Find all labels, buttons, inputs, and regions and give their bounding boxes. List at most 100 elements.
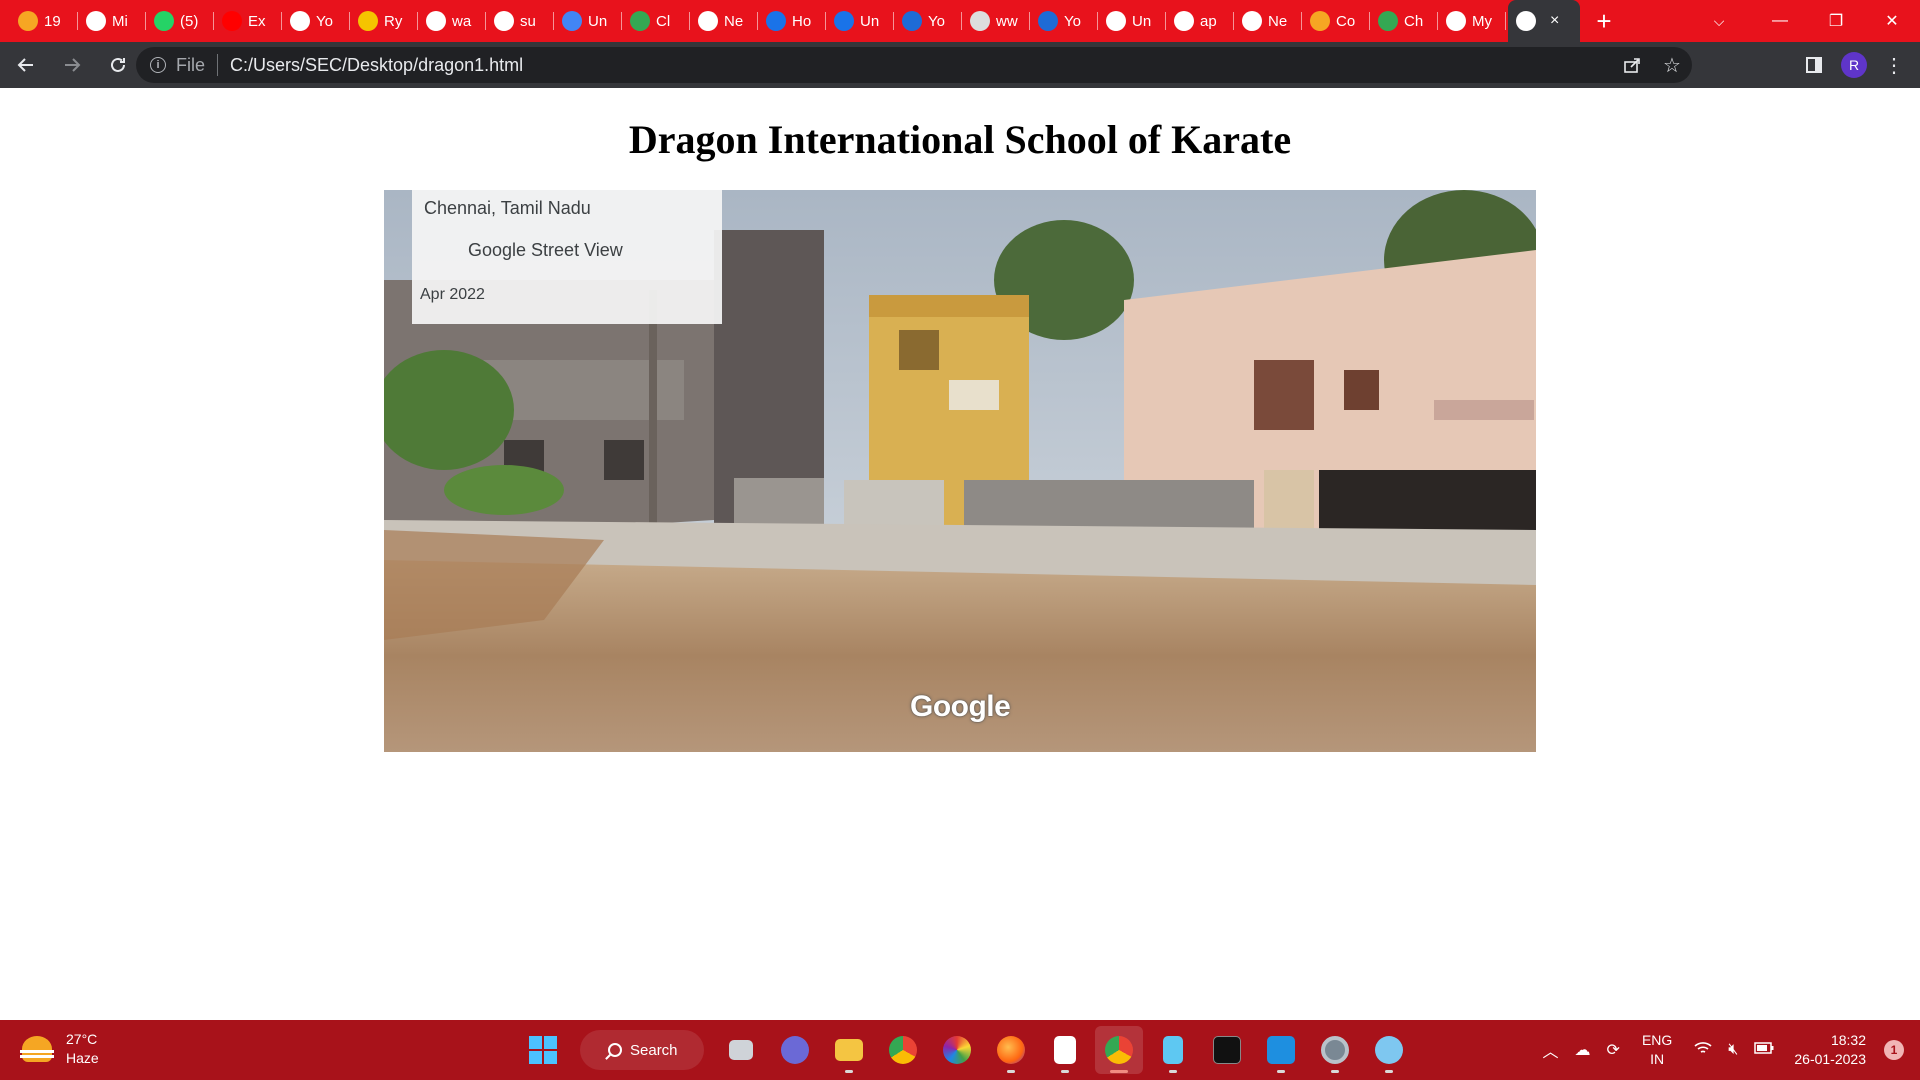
chevron-up-icon[interactable]: ︿ (1543, 1038, 1559, 1062)
menu-kebab-icon[interactable]: ⋮ (1874, 45, 1914, 85)
browser-tab[interactable]: Ex (214, 0, 282, 42)
site-info-icon[interactable]: i (150, 57, 166, 73)
browser-tab[interactable]: su (486, 0, 554, 42)
running-indicator (1061, 1070, 1069, 1073)
active-browser-tab[interactable]: × (1508, 0, 1580, 42)
firefox-app-button[interactable] (987, 1026, 1035, 1074)
system-tray: ︿ ☁ ⟳ ENG IN 🔇︎ 18:32 26-01-2023 1 (1535, 1020, 1920, 1080)
browser-tab[interactable]: Cl (622, 0, 690, 42)
browser-tab[interactable]: wa (418, 0, 486, 42)
taskbar: 27°C Haze Search ︿ ☁ ⟳ ENG IN 🔇︎ 18:32 2… (0, 1020, 1920, 1080)
weather-haze-icon (20, 1036, 54, 1062)
taskbar-apps: Search (516, 1020, 1416, 1080)
task-view-button[interactable] (717, 1026, 765, 1074)
side-panel-icon[interactable] (1794, 45, 1834, 85)
browser-tab[interactable]: Un (554, 0, 622, 42)
terminal-icon (1213, 1036, 1241, 1064)
sync-icon[interactable]: ⟳ (1607, 1040, 1620, 1060)
browser-tab[interactable]: Ch (1370, 0, 1438, 42)
s-icon (902, 11, 922, 31)
tab-icon (358, 11, 378, 31)
browser-tab[interactable]: Yo (1030, 0, 1098, 42)
tab-title: wa (452, 12, 472, 30)
close-window-button[interactable]: ✕ (1864, 0, 1920, 42)
close-tab-icon[interactable]: × (1550, 12, 1559, 30)
document-icon (1054, 1036, 1076, 1064)
browser-tab[interactable]: Ho (758, 0, 826, 42)
meet-app-button[interactable] (771, 1026, 819, 1074)
clock-time: 18:32 (1830, 1032, 1866, 1048)
share-icon[interactable] (1612, 55, 1652, 75)
tab-search-chevron-icon[interactable]: ⌵ (1686, 0, 1752, 42)
back-button[interactable] (6, 45, 46, 85)
browser-tab[interactable]: ww (962, 0, 1030, 42)
forward-button[interactable] (52, 45, 92, 85)
notepad-app-button[interactable] (1149, 1026, 1197, 1074)
maps-icon (1378, 11, 1398, 31)
browser-tab[interactable]: Yo (282, 0, 350, 42)
browser-tab[interactable]: Ne (690, 0, 758, 42)
paint-app-button[interactable] (1365, 1026, 1413, 1074)
tab-icon (18, 11, 38, 31)
github-icon (86, 11, 106, 31)
tab-title: ap (1200, 12, 1217, 30)
color-app-button[interactable] (933, 1026, 981, 1074)
vscode-icon (1267, 1036, 1295, 1064)
restore-button[interactable]: ❐ (1808, 0, 1864, 42)
forward-arrow-icon (65, 58, 81, 72)
running-indicator (1110, 1070, 1128, 1073)
onedrive-cloud-icon[interactable]: ☁ (1575, 1040, 1591, 1060)
url-text[interactable]: C:/Users/SEC/Desktop/dragon1.html (230, 55, 523, 76)
vscode-app-button[interactable] (1257, 1026, 1305, 1074)
browser-tab[interactable]: (5) (146, 0, 214, 42)
github-icon (290, 11, 310, 31)
browser-tab[interactable]: ap (1166, 0, 1234, 42)
browser-tab[interactable]: Mi (78, 0, 146, 42)
browser-tab[interactable]: Ne (1234, 0, 1302, 42)
s-icon (1038, 11, 1058, 31)
browser-tab[interactable]: Ry (350, 0, 418, 42)
browser-tab[interactable]: Yo (894, 0, 962, 42)
address-bar[interactable]: i File C:/Users/SEC/Desktop/dragon1.html… (136, 47, 1692, 83)
notification-badge[interactable]: 1 (1884, 1040, 1904, 1060)
document-app-button[interactable] (1041, 1026, 1089, 1074)
reload-icon (111, 57, 125, 72)
clock[interactable]: 18:32 26-01-2023 (1794, 1031, 1866, 1069)
globe-icon (1446, 11, 1466, 31)
file-explorer-button[interactable] (825, 1026, 873, 1074)
youtube-icon (222, 11, 242, 31)
wifi-icon[interactable] (1694, 1041, 1712, 1060)
url-separator (217, 54, 219, 76)
avatar: R (1841, 52, 1867, 78)
chrome-profile-app-button[interactable] (1095, 1026, 1143, 1074)
street-view-embed[interactable]: Chennai, Tamil Nadu Google Street View A… (384, 190, 1536, 752)
taskbar-search[interactable]: Search (580, 1030, 704, 1070)
minimize-button[interactable]: — (1752, 0, 1808, 42)
language-indicator[interactable]: ENG IN (1642, 1031, 1672, 1069)
battery-icon[interactable] (1754, 1041, 1774, 1059)
new-tab-button[interactable]: + (1584, 0, 1624, 42)
terminal-app-button[interactable] (1203, 1026, 1251, 1074)
bookmark-star-icon[interactable]: ☆ (1652, 53, 1692, 78)
browser-tab[interactable]: My (1438, 0, 1506, 42)
tab-title: ww (996, 12, 1018, 30)
profile-button[interactable]: R (1834, 45, 1874, 85)
browser-tab[interactable]: 19 (10, 0, 78, 42)
browser-toolbar: i File C:/Users/SEC/Desktop/dragon1.html… (0, 42, 1920, 88)
browser-tab[interactable]: Un (826, 0, 894, 42)
weather-text: 27°C Haze (66, 1030, 99, 1068)
street-view-link[interactable]: Google Street View (468, 240, 623, 261)
running-indicator (845, 1070, 853, 1073)
weather-widget[interactable]: 27°C Haze (20, 1030, 99, 1068)
settings-app-button[interactable] (1311, 1026, 1359, 1074)
browser-tab[interactable]: Co (1302, 0, 1370, 42)
reload-button[interactable] (98, 45, 138, 85)
browser-tab[interactable]: Un (1098, 0, 1166, 42)
folder-icon (835, 1039, 863, 1061)
c-icon (834, 11, 854, 31)
volume-muted-icon[interactable]: 🔇︎ (1728, 1041, 1738, 1059)
chrome-app-button[interactable] (879, 1026, 927, 1074)
gear-icon (1321, 1036, 1349, 1064)
start-button[interactable] (519, 1026, 567, 1074)
tab-title: Ho (792, 12, 812, 30)
